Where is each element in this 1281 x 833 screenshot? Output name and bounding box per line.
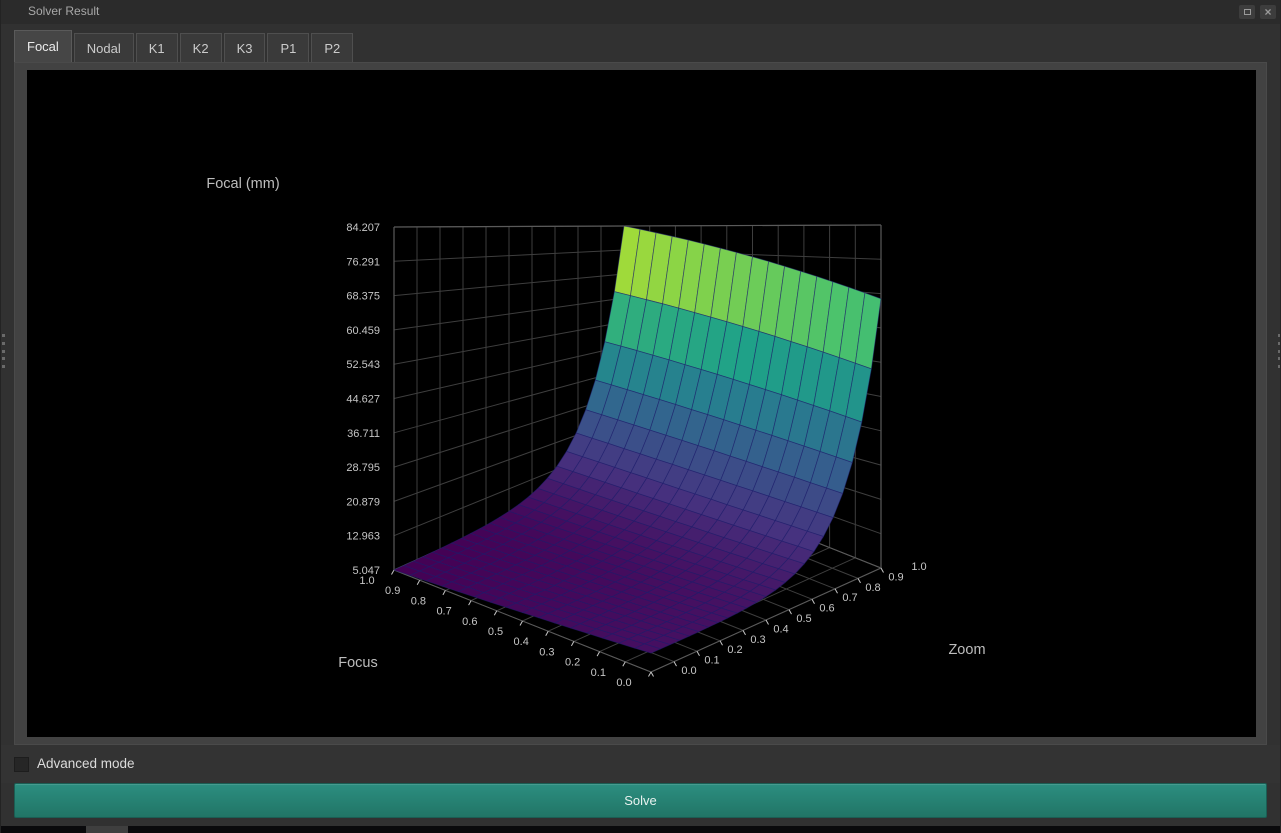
svg-text:0.5: 0.5 bbox=[796, 613, 811, 625]
advanced-mode-label: Advanced mode bbox=[37, 756, 135, 771]
svg-text:0.2: 0.2 bbox=[727, 644, 742, 656]
window-restore-icon bbox=[1244, 9, 1251, 15]
svg-text:12.963: 12.963 bbox=[346, 531, 380, 543]
svg-text:0.8: 0.8 bbox=[865, 582, 880, 594]
solve-button-label: Solve bbox=[624, 793, 657, 808]
svg-text:0.0: 0.0 bbox=[681, 665, 696, 677]
z-axis-title: Focal (mm) bbox=[206, 176, 279, 192]
svg-text:0.1: 0.1 bbox=[591, 667, 606, 679]
svg-text:52.543: 52.543 bbox=[346, 359, 380, 371]
tab-k3[interactable]: K3 bbox=[224, 33, 266, 62]
svg-text:28.795: 28.795 bbox=[346, 462, 380, 474]
svg-text:1.0: 1.0 bbox=[911, 561, 926, 573]
focus-axis-title: Focus bbox=[338, 655, 378, 671]
svg-text:76.291: 76.291 bbox=[346, 256, 380, 268]
svg-text:44.627: 44.627 bbox=[346, 394, 380, 406]
svg-text:0.3: 0.3 bbox=[539, 646, 554, 658]
surface-mesh bbox=[394, 226, 881, 653]
close-button[interactable]: × bbox=[1260, 5, 1276, 19]
svg-text:0.5: 0.5 bbox=[488, 626, 503, 638]
tab-focal[interactable]: Focal bbox=[14, 30, 72, 62]
svg-text:0.7: 0.7 bbox=[436, 606, 451, 618]
window-title: Solver Result bbox=[28, 4, 99, 18]
left-resize-grip[interactable] bbox=[1, 334, 6, 368]
svg-text:0.6: 0.6 bbox=[819, 603, 834, 615]
tab-nodal[interactable]: Nodal bbox=[74, 33, 134, 62]
svg-text:84.207: 84.207 bbox=[346, 222, 380, 234]
background-window-edge bbox=[86, 826, 128, 833]
svg-text:0.4: 0.4 bbox=[773, 623, 788, 635]
advanced-mode-checkbox[interactable] bbox=[14, 757, 29, 772]
tab-k2[interactable]: K2 bbox=[180, 33, 222, 62]
zoom-axis-title: Zoom bbox=[948, 642, 985, 658]
svg-text:0.9: 0.9 bbox=[888, 571, 903, 583]
svg-text:0.0: 0.0 bbox=[616, 677, 631, 689]
tab-p1[interactable]: P1 bbox=[267, 33, 309, 62]
z-axis-labels: 5.04712.96320.87928.79536.71144.62752.54… bbox=[346, 222, 380, 577]
titlebar[interactable]: Solver Result × bbox=[1, 0, 1281, 24]
svg-text:60.459: 60.459 bbox=[346, 325, 380, 337]
svg-text:0.9: 0.9 bbox=[385, 585, 400, 597]
svg-text:0.7: 0.7 bbox=[842, 592, 857, 604]
svg-text:36.711: 36.711 bbox=[347, 428, 380, 440]
svg-text:0.6: 0.6 bbox=[462, 616, 477, 628]
footer-row: Advanced mode bbox=[1, 745, 1281, 783]
tab-bar: Focal Nodal K1 K2 K3 P1 P2 bbox=[14, 30, 355, 62]
svg-text:0.4: 0.4 bbox=[514, 636, 529, 648]
right-resize-grip[interactable] bbox=[1277, 334, 1281, 368]
surface-plot[interactable]: 5.04712.96320.87928.79536.71144.62752.54… bbox=[27, 70, 1256, 737]
svg-text:0.1: 0.1 bbox=[704, 655, 719, 667]
svg-text:20.879: 20.879 bbox=[346, 496, 380, 508]
solver-result-window: Solver Result × Focal Nodal K1 K2 K3 P1 … bbox=[0, 0, 1281, 833]
svg-text:0.2: 0.2 bbox=[565, 657, 580, 669]
svg-text:0.8: 0.8 bbox=[411, 595, 426, 607]
background-strip bbox=[1, 826, 1281, 833]
restore-button[interactable] bbox=[1239, 5, 1255, 19]
svg-text:0.3: 0.3 bbox=[750, 634, 765, 646]
solve-button[interactable]: Solve bbox=[14, 783, 1267, 818]
tab-k1[interactable]: K1 bbox=[136, 33, 178, 62]
tab-p2[interactable]: P2 bbox=[311, 33, 353, 62]
svg-text:68.375: 68.375 bbox=[346, 291, 380, 303]
svg-text:1.0: 1.0 bbox=[359, 575, 374, 587]
close-icon: × bbox=[1264, 7, 1271, 17]
